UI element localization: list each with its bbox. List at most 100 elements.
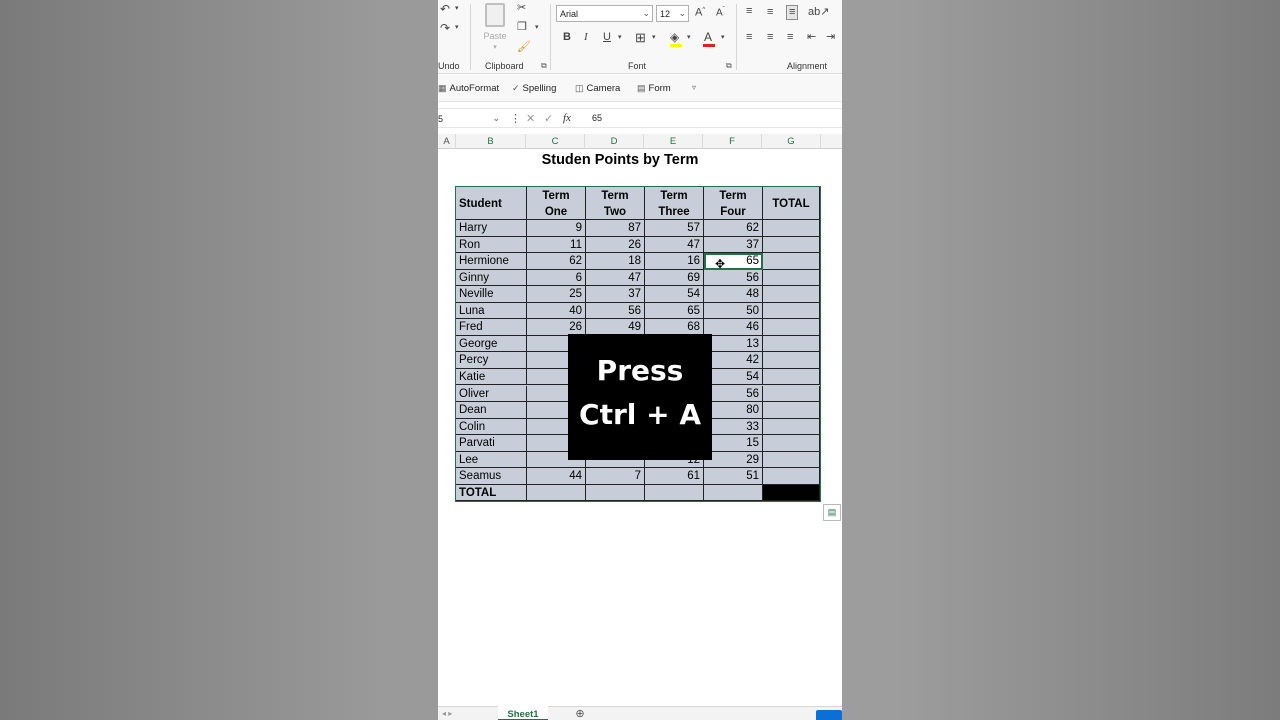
score-cell[interactable]: 69 (645, 269, 704, 287)
score-cell[interactable]: 18 (586, 253, 645, 270)
font-color-button[interactable]: A (704, 31, 712, 43)
student-name-cell[interactable]: Seamus (456, 468, 527, 485)
fill-color-icon[interactable]: ◈ (670, 31, 679, 43)
student-name-cell[interactable]: Parvati (456, 435, 527, 452)
autoformat-button[interactable]: ▦ AutoFormat (438, 83, 499, 94)
formula-input[interactable]: 65 (592, 113, 602, 123)
align-middle-icon[interactable]: ≡ (767, 7, 773, 18)
row-total-cell[interactable] (763, 269, 820, 287)
row-total-cell[interactable] (763, 236, 820, 254)
clipboard-launcher-icon[interactable]: ⧉ (541, 61, 547, 71)
cancel-icon[interactable]: ✕ (526, 112, 535, 125)
font-name-combo[interactable]: Arial ⌄ (556, 5, 653, 22)
row-total-cell[interactable] (763, 286, 820, 303)
score-cell[interactable]: 56 (704, 269, 763, 287)
row-total-cell[interactable] (763, 435, 820, 452)
total-cell[interactable] (527, 485, 586, 501)
student-name-cell[interactable]: Neville (456, 286, 527, 303)
score-cell[interactable]: 62 (527, 253, 586, 270)
header-term-one[interactable]: Term One (527, 187, 586, 220)
row-total-cell[interactable] (763, 451, 820, 469)
row-total-cell[interactable] (763, 335, 820, 353)
score-cell[interactable]: 16 (645, 253, 704, 270)
score-cell[interactable]: 13 (704, 335, 763, 353)
student-name-cell[interactable]: Hermione (456, 253, 527, 270)
column-header-e[interactable]: E (644, 134, 703, 149)
student-name-cell[interactable]: George (456, 335, 527, 353)
score-cell[interactable]: 47 (586, 269, 645, 287)
score-cell[interactable]: 61 (645, 468, 704, 485)
add-sheet-icon[interactable]: ⊕ (572, 708, 588, 720)
copy-dropdown-icon[interactable]: ▾ (535, 24, 539, 31)
score-cell[interactable]: 37 (586, 286, 645, 303)
insert-function-button[interactable]: fx (563, 112, 571, 124)
score-cell[interactable]: 51 (704, 468, 763, 485)
bold-button[interactable]: B (563, 32, 571, 43)
form-button[interactable]: ▤ Form (637, 83, 671, 94)
cut-icon[interactable]: ✂ (517, 3, 526, 14)
score-cell[interactable]: 54 (704, 368, 763, 386)
header-term-four[interactable]: Term Four (704, 187, 763, 220)
grow-font-button[interactable]: A^ (695, 7, 705, 19)
active-cell[interactable]: 65 (704, 253, 763, 270)
format-painter-icon[interactable]: 🖌 (517, 42, 531, 53)
student-name-cell[interactable]: Katie (456, 368, 527, 386)
score-cell[interactable]: 26 (586, 236, 645, 254)
row-total-cell[interactable] (763, 368, 820, 386)
undo-icon[interactable]: ↶ (440, 3, 450, 15)
align-bottom-icon[interactable]: ≡ (786, 5, 799, 20)
more-options-icon[interactable]: ⋮ (510, 112, 521, 125)
total-row-label[interactable]: TOTAL (456, 485, 527, 501)
column-header-g[interactable]: G (762, 134, 821, 149)
row-total-cell[interactable] (763, 220, 820, 237)
sheet-tab-sheet1[interactable]: Sheet1 (498, 706, 548, 720)
student-name-cell[interactable]: Percy (456, 352, 527, 369)
score-cell[interactable]: 48 (704, 286, 763, 303)
align-left-icon[interactable]: ≡ (746, 32, 752, 43)
score-cell[interactable]: 40 (527, 302, 586, 320)
score-cell[interactable]: 33 (704, 418, 763, 436)
italic-button[interactable]: I (584, 32, 588, 43)
row-total-cell[interactable] (763, 352, 820, 369)
header-student[interactable]: Student (456, 187, 527, 220)
student-name-cell[interactable]: Lee (456, 451, 527, 469)
row-total-cell[interactable] (763, 302, 820, 320)
column-header-f[interactable]: F (703, 134, 762, 149)
student-name-cell[interactable]: Luna (456, 302, 527, 320)
underline-button[interactable]: U (603, 32, 611, 43)
align-center-icon[interactable]: ≡ (767, 32, 773, 43)
name-box[interactable]: 5 ⌄ (438, 111, 502, 127)
student-name-cell[interactable]: Colin (456, 418, 527, 436)
row-total-cell[interactable] (763, 418, 820, 436)
undo-dropdown-icon[interactable]: ▾ (455, 5, 459, 12)
student-name-cell[interactable]: Oliver (456, 385, 527, 403)
student-name-cell[interactable]: Ron (456, 236, 527, 254)
enter-icon[interactable]: ✓ (544, 112, 553, 125)
student-name-cell[interactable]: Ginny (456, 269, 527, 287)
sheet-title[interactable]: Studen Points by Term (525, 152, 715, 168)
paste-button[interactable]: Paste ▾ (482, 2, 508, 52)
spelling-button[interactable]: ✓ Spelling (512, 83, 556, 94)
redo-icon[interactable]: ↷ (440, 22, 450, 34)
font-color-dropdown-icon[interactable]: ▾ (721, 34, 725, 41)
score-cell[interactable]: 50 (704, 302, 763, 320)
student-name-cell[interactable]: Harry (456, 220, 527, 237)
sheet-nav-arrows-icon[interactable]: ◂ ▸ (442, 709, 452, 718)
score-cell[interactable]: 56 (586, 302, 645, 320)
row-total-cell[interactable] (763, 468, 820, 485)
score-cell[interactable]: 65 (645, 302, 704, 320)
orientation-icon[interactable]: ab↗ (808, 7, 829, 18)
column-header-c[interactable]: C (526, 134, 585, 149)
status-action-button[interactable] (816, 710, 842, 720)
header-total[interactable]: TOTAL (763, 187, 820, 220)
score-cell[interactable]: 29 (704, 451, 763, 469)
copy-icon[interactable]: ❐ (517, 22, 527, 33)
quick-analysis-icon[interactable]: ▤ (823, 504, 841, 521)
column-header-b[interactable]: B (456, 134, 526, 149)
total-cell[interactable] (704, 485, 763, 501)
fill-dropdown-icon[interactable]: ▾ (687, 34, 691, 41)
grand-total-cell[interactable] (763, 485, 820, 501)
score-cell[interactable]: 46 (704, 319, 763, 336)
borders-dropdown-icon[interactable]: ▾ (652, 34, 656, 41)
decrease-indent-icon[interactable]: ⇤ (807, 32, 816, 43)
